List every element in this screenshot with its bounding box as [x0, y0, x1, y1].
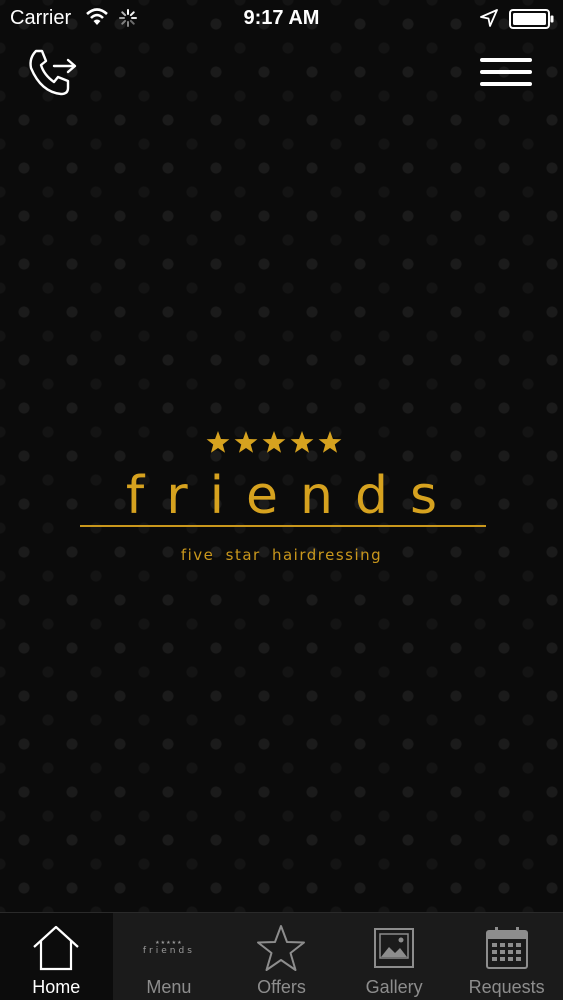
tab-offers[interactable]: Offers [225, 913, 338, 1000]
logo-star [234, 431, 258, 453]
app-screen: Carrier 9:17 AM friends five star hairdr… [0, 0, 563, 1000]
tab-bar: Home ★★★★★ friends Menu Offers Gallery R… [0, 912, 563, 1000]
location-icon [480, 9, 498, 27]
brand-logo: friends five star hairdressing [0, 428, 563, 578]
hamburger-menu-button[interactable] [476, 54, 536, 90]
tab-menu[interactable]: ★★★★★ friends Menu [113, 913, 226, 1000]
gallery-icon [338, 923, 451, 973]
brand-name: friends [125, 466, 460, 526]
logo-star [318, 431, 342, 453]
tab-label: Requests [468, 977, 545, 997]
tab-requests[interactable]: Requests [450, 913, 563, 1000]
tab-label: Menu [146, 977, 192, 997]
tab-home[interactable]: Home [0, 913, 113, 1000]
star-icon [225, 923, 338, 973]
logo-star [206, 431, 230, 453]
phone-forward-icon [29, 49, 77, 96]
tab-gallery[interactable]: Gallery [338, 913, 451, 1000]
battery-icon [509, 9, 554, 29]
tab-label: Offers [257, 977, 306, 997]
logo-star [290, 431, 314, 453]
tab-label: Gallery [365, 977, 423, 997]
friends-logo-icon: ★★★★★ friends [142, 940, 195, 956]
logo-star [262, 431, 286, 453]
five-stars-icon [206, 431, 342, 453]
status-bar: Carrier 9:17 AM [0, 0, 563, 38]
logo-divider [80, 525, 486, 527]
brand-tagline: five star hairdressing [180, 546, 383, 564]
status-time: 9:17 AM [243, 7, 320, 29]
tab-label: Home [32, 977, 81, 997]
call-button[interactable] [24, 48, 80, 100]
home-icon [0, 923, 113, 973]
calendar-icon [450, 923, 563, 973]
